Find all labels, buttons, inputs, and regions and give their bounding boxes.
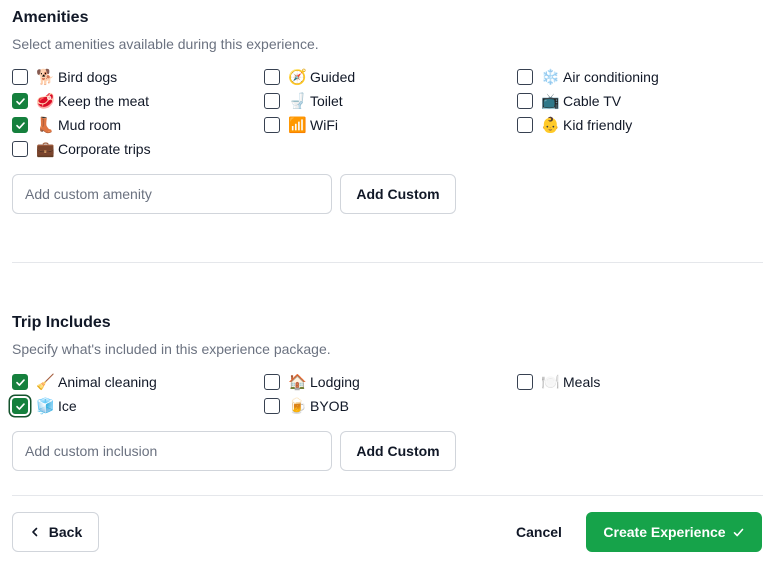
checkbox[interactable] bbox=[12, 374, 28, 390]
amenities-option[interactable]: 👶 Kid friendly bbox=[517, 115, 632, 135]
option-label: Lodging bbox=[310, 374, 360, 390]
add-custom-amenity-button[interactable]: Add Custom bbox=[340, 174, 456, 214]
checkbox[interactable] bbox=[517, 69, 533, 85]
create-experience-button[interactable]: Create Experience bbox=[586, 512, 762, 552]
house-icon: 🏠 bbox=[288, 372, 307, 391]
amenities-description: Select amenities available during this e… bbox=[12, 36, 319, 52]
experience-form: Amenities Select amenities available dur… bbox=[0, 0, 775, 565]
includes-option[interactable]: 🍽️ Meals bbox=[517, 372, 600, 392]
option-label: WiFi bbox=[310, 117, 338, 133]
amenities-option[interactable]: ❄️ Air conditioning bbox=[517, 67, 659, 87]
amenities-option[interactable]: 🧭 Guided bbox=[264, 67, 355, 87]
checkbox[interactable] bbox=[264, 374, 280, 390]
includes-option[interactable]: 🧊 Ice bbox=[12, 396, 77, 416]
checkbox[interactable] bbox=[264, 69, 280, 85]
amenities-option[interactable]: 📶 WiFi bbox=[264, 115, 338, 135]
checkbox[interactable] bbox=[12, 398, 28, 414]
checkbox[interactable] bbox=[517, 117, 533, 133]
checkbox[interactable] bbox=[264, 117, 280, 133]
dog-icon: 🐕 bbox=[36, 67, 55, 86]
includes-option[interactable]: 🧹 Animal cleaning bbox=[12, 372, 157, 392]
option-label: Mud room bbox=[58, 117, 122, 133]
broom-icon: 🧹 bbox=[36, 372, 55, 391]
back-label: Back bbox=[48, 524, 83, 540]
ice-icon: 🧊 bbox=[36, 396, 55, 415]
option-label: Air conditioning bbox=[563, 69, 659, 85]
option-label: Kid friendly bbox=[563, 117, 633, 133]
custom-amenity-input[interactable] bbox=[12, 174, 332, 214]
footer-divider bbox=[12, 495, 763, 496]
option-label: Bird dogs bbox=[58, 69, 118, 85]
beer-icon: 🍺 bbox=[288, 396, 307, 415]
option-label: Toilet bbox=[310, 93, 343, 109]
checkbox[interactable] bbox=[12, 93, 28, 109]
amenities-option[interactable]: 🚽 Toilet bbox=[264, 91, 343, 111]
section-divider bbox=[12, 262, 763, 263]
check-icon bbox=[15, 402, 25, 410]
plate-icon: 🍽️ bbox=[541, 372, 560, 391]
briefcase-icon: 💼 bbox=[36, 139, 55, 158]
checkbox[interactable] bbox=[264, 93, 280, 109]
includes-title: Trip Includes bbox=[12, 314, 111, 331]
includes-option[interactable]: 🏠 Lodging bbox=[264, 372, 360, 392]
checkbox[interactable] bbox=[12, 117, 28, 133]
compass-icon: 🧭 bbox=[288, 67, 307, 86]
wifi-icon: 📶 bbox=[288, 115, 307, 134]
back-button[interactable]: Back bbox=[12, 512, 99, 552]
checkbox[interactable] bbox=[12, 141, 28, 157]
amenities-option[interactable]: 👢 Mud room bbox=[12, 115, 121, 135]
option-label: Meals bbox=[563, 374, 601, 390]
custom-inclusion-input[interactable] bbox=[12, 431, 332, 471]
option-label: Keep the meat bbox=[58, 93, 150, 109]
checkbox[interactable] bbox=[12, 69, 28, 85]
check-icon bbox=[15, 378, 25, 386]
option-label: Corporate trips bbox=[58, 141, 151, 157]
checkbox[interactable] bbox=[517, 374, 533, 390]
amenities-option[interactable]: 💼 Corporate trips bbox=[12, 139, 151, 159]
amenities-title: Amenities bbox=[12, 9, 89, 26]
toilet-icon: 🚽 bbox=[288, 91, 307, 110]
boot-icon: 👢 bbox=[36, 115, 55, 134]
meat-icon: 🥩 bbox=[36, 91, 55, 110]
option-label: Ice bbox=[58, 398, 77, 414]
tv-icon: 📺 bbox=[541, 91, 560, 110]
amenities-option[interactable]: 🐕 Bird dogs bbox=[12, 67, 117, 87]
amenities-option[interactable]: 🥩 Keep the meat bbox=[12, 91, 149, 111]
chevron-left-icon bbox=[29, 526, 41, 538]
create-experience-label: Create Experience bbox=[603, 524, 726, 540]
option-label: Guided bbox=[310, 69, 356, 85]
includes-description: Specify what's included in this experien… bbox=[12, 341, 331, 357]
check-icon bbox=[732, 526, 745, 539]
checkbox[interactable] bbox=[517, 93, 533, 109]
snowflake-icon: ❄️ bbox=[541, 67, 560, 86]
cancel-button[interactable]: Cancel bbox=[504, 512, 574, 552]
option-label: Cable TV bbox=[563, 93, 622, 109]
baby-icon: 👶 bbox=[541, 115, 560, 134]
checkbox[interactable] bbox=[264, 398, 280, 414]
amenities-option[interactable]: 📺 Cable TV bbox=[517, 91, 621, 111]
option-label: Animal cleaning bbox=[58, 374, 157, 390]
add-custom-inclusion-button[interactable]: Add Custom bbox=[340, 431, 456, 471]
check-icon bbox=[15, 97, 25, 105]
option-label: BYOB bbox=[310, 398, 349, 414]
includes-option[interactable]: 🍺 BYOB bbox=[264, 396, 349, 416]
check-icon bbox=[15, 121, 25, 129]
